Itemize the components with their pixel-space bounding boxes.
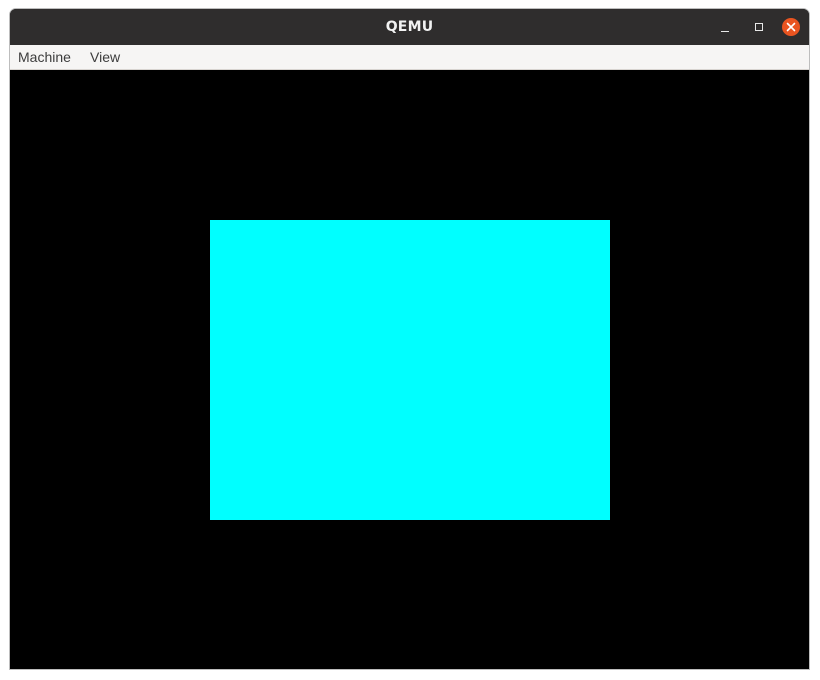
menu-view[interactable]: View [90, 45, 120, 70]
maximize-button[interactable] [750, 18, 768, 36]
title-bar[interactable]: QEMU [10, 9, 809, 45]
minimize-button[interactable] [716, 18, 734, 36]
menu-bar: Machine View [10, 45, 809, 70]
menu-machine[interactable]: Machine [18, 45, 71, 70]
cyan-rectangle [210, 220, 610, 520]
close-icon [786, 22, 796, 32]
window-title: QEMU [385, 19, 434, 35]
vm-display[interactable] [10, 70, 809, 669]
maximize-icon [755, 23, 763, 31]
minimize-icon [721, 30, 729, 32]
close-button[interactable] [782, 18, 800, 36]
qemu-window: QEMU Machine View [9, 8, 810, 670]
